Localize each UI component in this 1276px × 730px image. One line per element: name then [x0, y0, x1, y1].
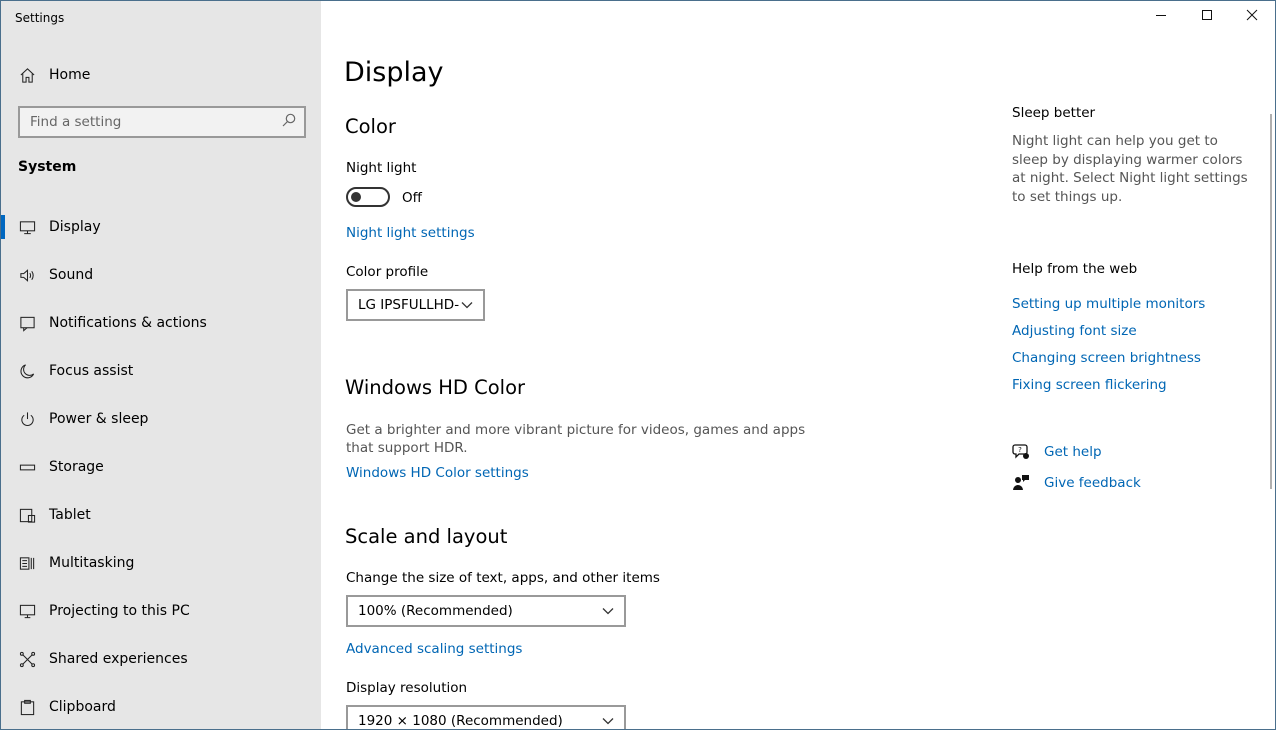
close-icon	[1246, 9, 1258, 25]
settings-window: Settings Home System Display	[0, 0, 1276, 730]
night-light-settings-link[interactable]: Night light settings	[346, 225, 475, 241]
scrollbar[interactable]	[1270, 114, 1272, 489]
sidebar: Settings Home System Display	[1, 1, 321, 729]
speaker-icon	[18, 266, 36, 284]
get-help-link[interactable]: ? Get help	[1012, 443, 1102, 461]
sidebar-item-projecting[interactable]: Projecting to this PC	[1, 587, 321, 635]
clipboard-icon	[18, 698, 36, 716]
multitasking-icon	[18, 554, 36, 572]
sidebar-item-display[interactable]: Display	[1, 203, 321, 251]
hd-color-description: Get a brighter and more vibrant picture …	[346, 422, 806, 456]
color-profile-label: Color profile	[346, 264, 429, 280]
notification-icon	[18, 314, 36, 332]
sidebar-item-label: Power & sleep	[49, 411, 149, 427]
chevron-down-icon	[602, 603, 614, 619]
sidebar-item-sound[interactable]: Sound	[1, 251, 321, 299]
sidebar-item-label: Storage	[49, 459, 104, 475]
help-link-font-size[interactable]: Adjusting font size	[1012, 323, 1137, 339]
sidebar-item-label: Projecting to this PC	[49, 603, 190, 619]
section-heading-hd-color: Windows HD Color	[345, 376, 526, 399]
sidebar-nav: Display Sound Notifications & actions Fo…	[1, 203, 321, 729]
search-icon[interactable]	[282, 113, 296, 131]
maximize-button[interactable]	[1184, 1, 1230, 33]
section-label-system: System	[18, 159, 77, 175]
sidebar-item-label: Focus assist	[49, 363, 134, 379]
storage-icon	[18, 458, 36, 476]
sidebar-item-label: Sound	[49, 267, 94, 283]
sidebar-item-notifications[interactable]: Notifications & actions	[1, 299, 321, 347]
search-box[interactable]	[18, 106, 306, 138]
share-icon	[18, 650, 36, 668]
sidebar-item-multitasking[interactable]: Multitasking	[1, 539, 321, 587]
sidebar-item-clipboard[interactable]: Clipboard	[1, 683, 321, 729]
get-help-label: Get help	[1044, 444, 1102, 460]
sidebar-item-label: Multitasking	[49, 555, 135, 571]
minimize-icon	[1155, 9, 1167, 25]
advanced-scaling-link[interactable]: Advanced scaling settings	[346, 641, 522, 657]
scale-size-value: 100% (Recommended)	[358, 603, 513, 619]
app-title: Settings	[15, 11, 65, 25]
search-input[interactable]	[30, 114, 270, 130]
resolution-value: 1920 × 1080 (Recommended)	[358, 713, 563, 729]
sidebar-item-power-sleep[interactable]: Power & sleep	[1, 395, 321, 443]
power-icon	[18, 410, 36, 428]
sidebar-item-home[interactable]: Home	[1, 61, 321, 89]
sidebar-item-label: Clipboard	[49, 699, 116, 715]
projector-icon	[18, 602, 36, 620]
hd-color-settings-link[interactable]: Windows HD Color settings	[346, 465, 529, 481]
resolution-label: Display resolution	[346, 680, 468, 696]
night-light-toggle[interactable]	[346, 187, 390, 207]
night-light-label: Night light	[346, 160, 417, 176]
help-link-multiple-monitors[interactable]: Setting up multiple monitors	[1012, 296, 1205, 312]
home-icon	[18, 66, 36, 84]
sidebar-item-tablet[interactable]: Tablet	[1, 491, 321, 539]
sidebar-item-label: Home	[49, 67, 91, 83]
give-feedback-label: Give feedback	[1044, 475, 1141, 491]
sidebar-item-label: Display	[49, 219, 101, 235]
color-profile-value: LG IPSFULLHD-	[358, 297, 460, 313]
help-link-brightness[interactable]: Changing screen brightness	[1012, 350, 1201, 366]
chevron-down-icon	[602, 713, 614, 729]
tablet-icon	[18, 506, 36, 524]
scale-size-dropdown[interactable]: 100% (Recommended)	[346, 595, 626, 627]
monitor-icon	[18, 218, 36, 236]
resolution-dropdown[interactable]: 1920 × 1080 (Recommended)	[346, 705, 626, 729]
give-feedback-link[interactable]: Give feedback	[1012, 474, 1141, 492]
color-profile-dropdown[interactable]: LG IPSFULLHD-	[346, 289, 485, 321]
close-button[interactable]	[1229, 1, 1275, 33]
section-heading-color: Color	[345, 115, 396, 138]
page-title: Display	[344, 57, 444, 88]
help-link-flickering[interactable]: Fixing screen flickering	[1012, 377, 1167, 393]
sidebar-item-storage[interactable]: Storage	[1, 443, 321, 491]
sidebar-item-label: Notifications & actions	[49, 315, 207, 331]
sidebar-item-label: Tablet	[49, 507, 91, 523]
sidebar-item-focus-assist[interactable]: Focus assist	[1, 347, 321, 395]
sleep-better-description: Night light can help you get to sleep by…	[1012, 133, 1248, 205]
scale-size-label: Change the size of text, apps, and other…	[346, 570, 660, 586]
night-light-state: Off	[402, 190, 422, 206]
help-chat-icon: ?	[1012, 443, 1030, 461]
chevron-down-icon	[461, 297, 473, 313]
svg-text:?: ?	[1018, 446, 1022, 454]
minimize-button[interactable]	[1138, 1, 1184, 33]
section-heading-scale-layout: Scale and layout	[345, 525, 508, 548]
sidebar-item-label: Shared experiences	[49, 651, 188, 667]
help-web-heading: Help from the web	[1012, 261, 1138, 277]
sidebar-item-shared-experiences[interactable]: Shared experiences	[1, 635, 321, 683]
toggle-knob	[351, 192, 361, 202]
maximize-icon	[1201, 9, 1213, 25]
sleep-better-heading: Sleep better	[1012, 105, 1096, 121]
moon-icon	[18, 362, 36, 380]
feedback-person-icon	[1012, 474, 1030, 492]
